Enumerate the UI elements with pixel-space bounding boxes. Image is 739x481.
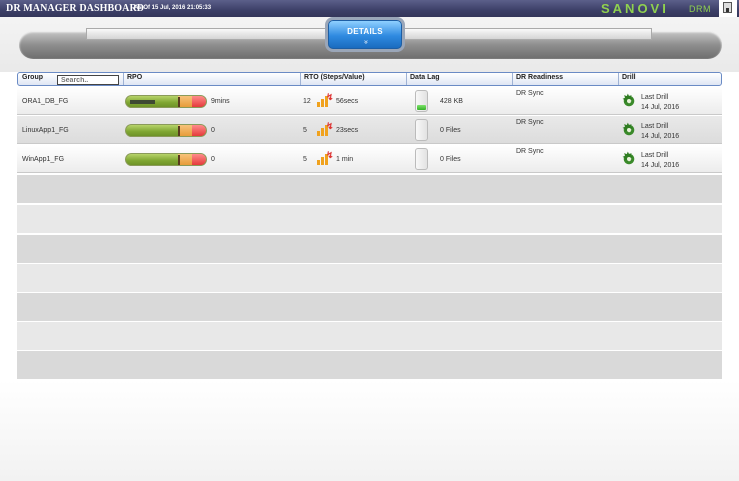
brand-sub-label: DRM <box>689 4 711 14</box>
rto-value: 1 min <box>336 156 354 163</box>
table-row[interactable]: WinApp1_FG 0 5 ↯ 1 min 0 Files DR Sync L… <box>17 145 722 173</box>
empty-row <box>17 205 722 233</box>
column-header-group[interactable]: Group <box>22 74 43 81</box>
page-title: DR MANAGER DASHBOARD <box>6 3 145 14</box>
rto-steps: 5 <box>303 156 307 163</box>
drill-label: Last Drill <box>641 94 669 101</box>
column-header-rpo[interactable]: RPO <box>127 74 142 81</box>
data-lag-cylinder-icon <box>415 148 428 170</box>
empty-row <box>17 264 722 292</box>
empty-row <box>17 351 722 379</box>
rto-steps-icon: ↯ <box>317 121 334 136</box>
dr-readiness-status: DR Sync <box>516 148 544 155</box>
top-bar: DR MANAGER DASHBOARD As Of 15 Jul, 2016 … <box>0 0 739 17</box>
data-lag-value: 0 Files <box>440 127 461 134</box>
dr-readiness-status: DR Sync <box>516 90 544 97</box>
rpo-bar <box>125 95 207 108</box>
table-header: Group RPO RTO (Steps/Value) Data Lag DR … <box>17 72 722 86</box>
drill-date: 14 Jul, 2016 <box>641 162 680 169</box>
rto-value: 56secs <box>336 98 359 105</box>
table-row[interactable]: ORA1_DB_FG 9mins 12 ↯ 56secs 428 KB DR S… <box>17 87 722 115</box>
empty-row <box>17 175 722 203</box>
rpo-value: 0 <box>211 156 215 163</box>
rpo-bar <box>125 124 207 137</box>
as-of-timestamp: As Of 15 Jul, 2016 21:05:33 <box>134 5 212 11</box>
column-header-dr-readiness[interactable]: DR Readiness <box>516 74 563 81</box>
data-lag-cylinder-icon <box>415 119 428 141</box>
details-button-label: DETAILS <box>347 27 383 36</box>
drill-date: 14 Jul, 2016 <box>641 104 680 111</box>
group-name[interactable]: ORA1_DB_FG <box>22 98 68 105</box>
brand-logo: SANOVI <box>601 1 669 16</box>
drill-label: Last Drill <box>641 123 669 130</box>
page-footer-background <box>0 380 739 481</box>
rto-value: 23secs <box>336 127 359 134</box>
data-lag-cylinder-icon <box>415 90 428 112</box>
empty-row <box>17 322 722 350</box>
details-button[interactable]: DETAILS » <box>328 20 402 49</box>
rto-steps: 5 <box>303 127 307 134</box>
column-header-data-lag[interactable]: Data Lag <box>410 74 440 81</box>
data-lag-value: 0 Files <box>440 156 461 163</box>
rpo-value: 9mins <box>211 98 230 105</box>
empty-row <box>17 293 722 321</box>
rto-steps: 12 <box>303 98 311 105</box>
rto-steps-icon: ↯ <box>317 150 334 165</box>
device-icon[interactable] <box>719 0 737 17</box>
column-header-drill[interactable]: Drill <box>622 74 636 81</box>
rto-steps-icon: ↯ <box>317 92 334 107</box>
table-row[interactable]: LinuxApp1_FG 0 5 ↯ 23secs 0 Files DR Syn… <box>17 116 722 144</box>
column-header-rto[interactable]: RTO (Steps/Value) <box>304 74 365 81</box>
group-name[interactable]: WinApp1_FG <box>22 156 64 163</box>
empty-row <box>17 235 722 263</box>
drill-label: Last Drill <box>641 152 669 159</box>
chevron-down-icon: » <box>362 40 369 44</box>
rpo-value: 0 <box>211 127 215 134</box>
gear-icon[interactable] <box>622 91 635 107</box>
rpo-bar <box>125 153 207 166</box>
drill-date: 14 Jul, 2016 <box>641 133 680 140</box>
rpo-fill <box>130 100 155 104</box>
gear-icon[interactable] <box>622 120 635 136</box>
data-lag-value: 428 KB <box>440 98 463 105</box>
dr-readiness-status: DR Sync <box>516 119 544 126</box>
group-name[interactable]: LinuxApp1_FG <box>22 127 69 134</box>
search-input[interactable] <box>57 75 119 85</box>
gear-icon[interactable] <box>622 149 635 165</box>
